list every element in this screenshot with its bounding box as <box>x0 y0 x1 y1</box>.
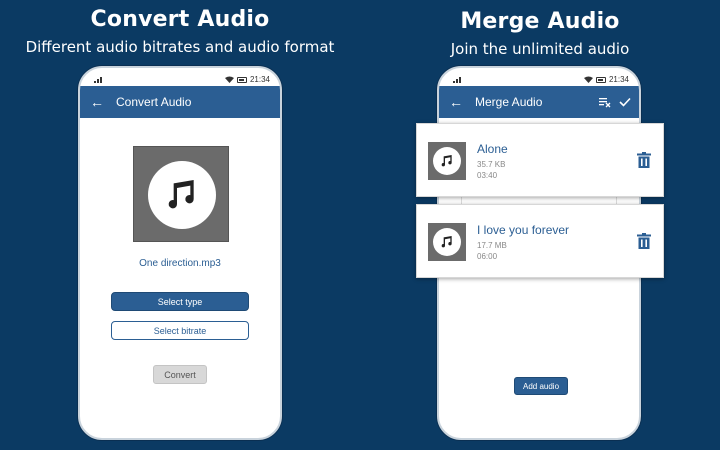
wifi-icon <box>583 76 593 83</box>
audio-name: Alone <box>477 142 508 156</box>
headline-subtitle: Different audio bitrates and audio forma… <box>25 38 335 56</box>
add-audio-button[interactable]: Add audio <box>514 377 568 395</box>
back-arrow-icon[interactable]: ← <box>443 94 469 110</box>
file-name: One direction.mp3 <box>139 258 221 269</box>
signal-icon <box>94 77 102 83</box>
select-type-button[interactable]: Select type <box>111 292 249 311</box>
delete-icon[interactable] <box>637 152 651 168</box>
album-art <box>133 146 229 242</box>
audio-size: 17.7 MB <box>477 241 507 250</box>
status-time: 21:34 <box>249 75 270 84</box>
select-bitrate-button[interactable]: Select bitrate <box>111 321 249 340</box>
list-item[interactable]: Alone 35.7 KB 03:40 <box>416 123 664 197</box>
clear-list-icon[interactable] <box>599 96 611 108</box>
page-title: Merge Audio <box>475 95 543 109</box>
convert-button[interactable]: Convert <box>153 365 207 384</box>
headline-title: Merge Audio <box>460 9 620 34</box>
check-icon[interactable] <box>619 96 631 108</box>
headline-subtitle: Join the unlimited audio <box>450 40 630 58</box>
convert-audio-headline: Convert Audio Different audio bitrates a… <box>0 7 360 56</box>
status-bar: 21:34 <box>80 74 280 86</box>
audio-size: 35.7 KB <box>477 160 506 169</box>
app-bar: ← Merge Audio <box>439 86 639 118</box>
page-title: Convert Audio <box>116 95 192 109</box>
status-bar: 21:34 <box>439 74 639 86</box>
signal-icon <box>453 77 461 83</box>
list-item[interactable]: I love you forever 17.7 MB 06:00 <box>416 204 664 278</box>
music-note-icon <box>433 147 461 175</box>
wifi-icon <box>224 76 234 83</box>
headline-title: Convert Audio <box>90 7 270 32</box>
album-art <box>428 142 466 180</box>
delete-icon[interactable] <box>637 233 651 249</box>
audio-name: I love you forever <box>477 223 570 237</box>
music-note-icon <box>148 161 216 229</box>
phone-convert-screen: 21:34 ← Convert Audio One direction.mp3 … <box>78 66 282 440</box>
music-note-icon <box>433 228 461 256</box>
back-arrow-icon[interactable]: ← <box>84 94 110 110</box>
app-bar: ← Convert Audio <box>80 86 280 118</box>
audio-duration: 03:40 <box>477 171 498 180</box>
album-art <box>428 223 466 261</box>
battery-icon <box>595 76 606 83</box>
merge-audio-headline: Merge Audio Join the unlimited audio <box>360 9 720 58</box>
status-time: 21:34 <box>608 75 629 84</box>
battery-icon <box>236 76 247 83</box>
audio-duration: 06:00 <box>477 252 498 261</box>
